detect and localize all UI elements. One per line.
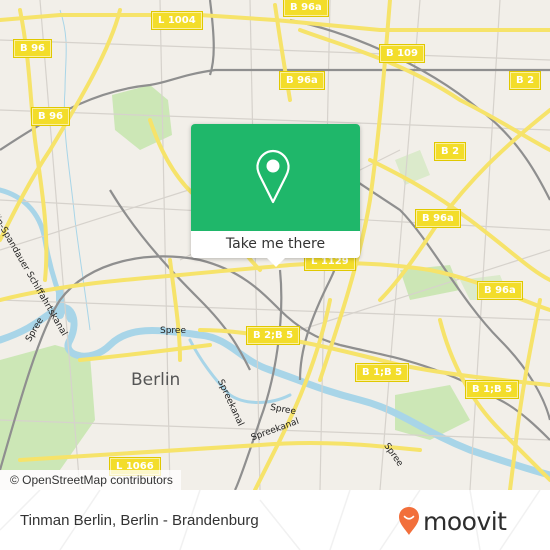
water-label: Spree xyxy=(160,326,187,336)
road-label: B 96 xyxy=(30,107,71,126)
place-title: Tinman Berlin, Berlin - Brandenburg xyxy=(20,512,259,529)
road-label: B 96a xyxy=(415,209,461,228)
road-label: B 2 xyxy=(508,71,542,90)
road-label: B 1;B 5 xyxy=(354,363,410,382)
rail xyxy=(208,0,215,76)
map[interactable]: L 1004 B 96a B 96 B 109 B 96a B 2 B 96 B… xyxy=(0,0,550,490)
road-label: B 2 xyxy=(433,142,467,161)
road-b96a-3 xyxy=(368,158,550,282)
road-b96a-2 xyxy=(378,108,550,302)
park xyxy=(395,150,430,185)
road-label: B 96a xyxy=(283,0,329,17)
popup-header xyxy=(191,124,360,231)
park-tiergarten xyxy=(0,345,95,470)
moovit-wordmark: moovit xyxy=(423,506,507,536)
road-label: B 109 xyxy=(379,44,425,63)
road-label: B 96 xyxy=(12,39,53,58)
footer: Tinman Berlin, Berlin - Brandenburg moov… xyxy=(0,490,550,550)
location-pin-icon xyxy=(256,149,290,204)
road-l1066 xyxy=(18,440,422,462)
city-label: Berlin xyxy=(131,370,181,390)
moovit-logo[interactable]: moovit xyxy=(398,504,507,538)
road-label: B 96a xyxy=(477,281,523,300)
map-attribution[interactable]: © OpenStreetMap contributors xyxy=(0,470,181,490)
take-me-there-button[interactable]: Take me there xyxy=(191,231,360,258)
location-popup: Take me there xyxy=(191,124,360,267)
popup-pointer xyxy=(267,258,285,267)
road-label: B 1;B 5 xyxy=(464,380,520,399)
road-label: B 96a xyxy=(279,71,325,90)
road-label: L 1004 xyxy=(151,11,203,30)
road-label: B 2;B 5 xyxy=(245,326,301,345)
moovit-pin-icon xyxy=(399,507,419,535)
